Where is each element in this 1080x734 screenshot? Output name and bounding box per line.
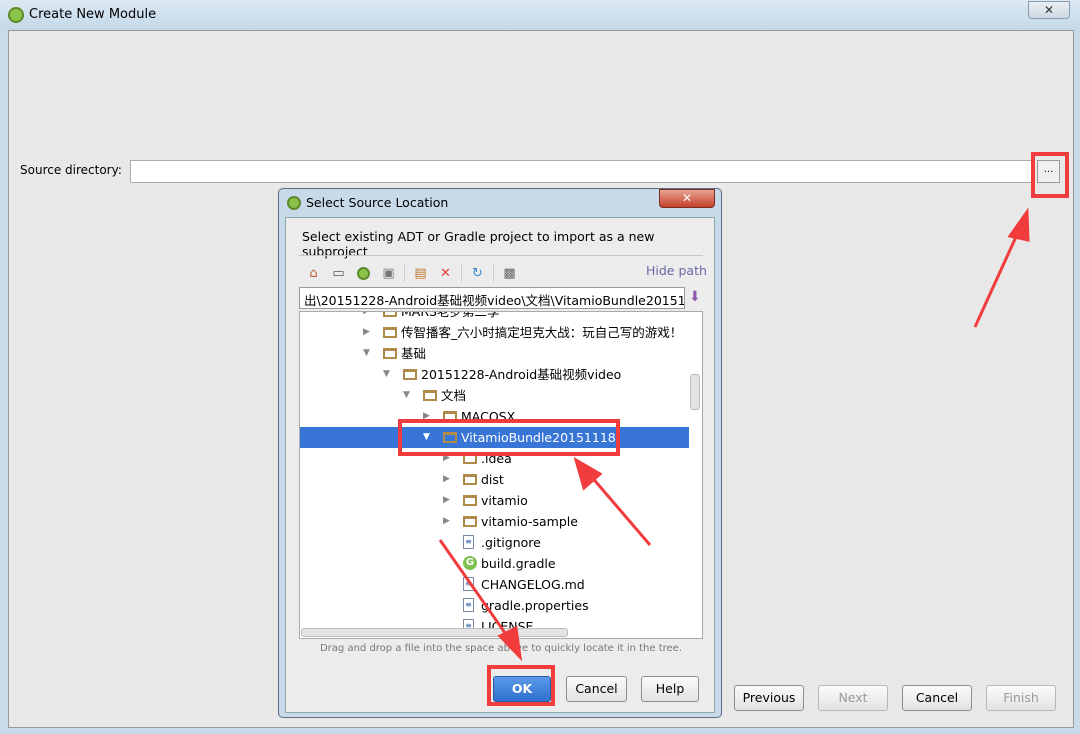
annotation-arrowhead [1007,207,1030,242]
annotation-arrows [438,207,1030,662]
annotation-arrow-browse [973,227,1022,328]
annotation-arrow-selected [588,474,652,546]
annotation-arrow-ok [438,539,512,641]
